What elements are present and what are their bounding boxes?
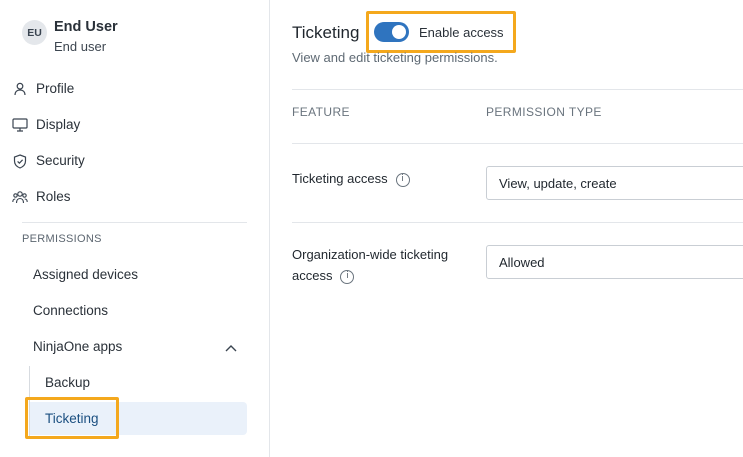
avatar: EU (22, 20, 47, 45)
sidebar-item-label: Assigned devices (33, 266, 139, 282)
person-icon (12, 81, 28, 97)
enable-access-toggle[interactable] (374, 22, 409, 42)
sidebar-item-label: Ticketing (45, 411, 99, 426)
page-title: Ticketing (292, 23, 360, 42)
users-icon (12, 189, 28, 205)
row-divider (292, 143, 743, 144)
sidebar-item-profile[interactable]: Profile (0, 73, 225, 105)
info-icon[interactable]: i (395, 172, 410, 187)
sidebar-item-label: Roles (36, 189, 71, 204)
highlight-box-enable-access: Enable access (366, 11, 516, 53)
user-card: EU End User End user (22, 19, 118, 55)
sidebar-divider (22, 222, 247, 223)
sidebar-item-connections[interactable]: Connections (22, 294, 247, 326)
shield-icon (12, 153, 28, 169)
sidebar-item-assigned-devices[interactable]: Assigned devices (22, 258, 247, 290)
info-icon[interactable]: i (340, 269, 355, 284)
chevron-up-icon[interactable] (225, 340, 237, 355)
column-header-permission-type: PERMISSION TYPE (486, 105, 602, 119)
header-divider (292, 89, 743, 90)
feature-label-org-wide-ticketing: Organization-wide ticketing access i (292, 247, 449, 284)
main-panel: Ticketing Enable access View and edit ti… (271, 0, 743, 457)
sidebar-item-label: Connections (33, 302, 109, 318)
user-role: End user (54, 39, 107, 54)
sidebar-item-label: Display (36, 117, 81, 132)
select-value: View, update, create (499, 175, 617, 191)
sidebar-subitem-backup[interactable]: Backup (30, 366, 247, 399)
page-subtitle: View and edit ticketing permissions. (292, 50, 498, 65)
sidebar-item-display[interactable]: Display (0, 109, 225, 141)
column-header-feature: FEATURE (292, 105, 350, 119)
row-divider (292, 222, 743, 223)
sidebar-item-ninjaone-apps[interactable]: NinjaOne apps (22, 330, 247, 362)
sidebar-item-label: Profile (36, 81, 75, 96)
sidebar-subitem-ticketing[interactable]: Ticketing (30, 402, 247, 435)
user-name: End User (54, 19, 118, 35)
select-value: Allowed (499, 254, 545, 270)
permission-select-ticketing-access[interactable]: View, update, create (486, 166, 743, 200)
permission-select-org-wide-ticketing[interactable]: Allowed (486, 245, 743, 279)
sidebar-item-label: Security (36, 153, 85, 168)
sidebar-item-label: Backup (45, 375, 91, 390)
toggle-knob (392, 25, 406, 39)
sidebar-item-security[interactable]: Security (0, 145, 225, 177)
monitor-icon (12, 117, 28, 133)
enable-access-label: Enable access (419, 24, 504, 40)
feature-label-ticketing-access: Ticketing access i (292, 168, 410, 189)
sidebar-item-label: NinjaOne apps (33, 338, 123, 354)
sidebar-item-roles[interactable]: Roles (0, 181, 225, 213)
permissions-section-label: PERMISSIONS (22, 233, 102, 245)
sidebar: EU End User End user Profile Display Sec… (0, 0, 270, 457)
